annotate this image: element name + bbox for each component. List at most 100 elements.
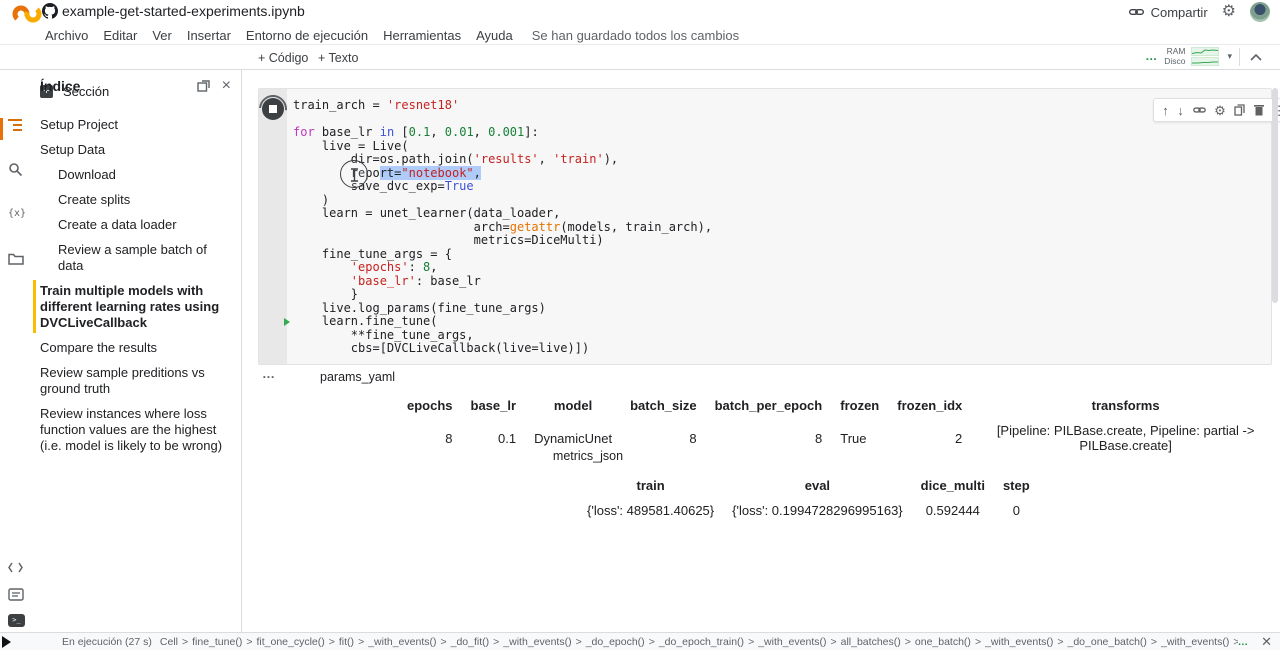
cursor-overlay-icon	[340, 160, 368, 188]
share-label: Compartir	[1151, 5, 1208, 20]
stack-frame-link[interactable]: fit_one_cycle()	[256, 636, 324, 648]
table-header: frozen_idx	[888, 393, 971, 418]
execution-status: En ejecución (27 s)	[62, 636, 152, 648]
add-code-button[interactable]: + Código	[258, 48, 308, 67]
breadcrumb-separator: >	[905, 636, 911, 648]
table-header: batch_size	[621, 393, 705, 418]
move-cell-down-icon[interactable]: ↓	[1177, 104, 1184, 117]
table-cell: 0.1	[462, 418, 526, 458]
close-sidebar-icon[interactable]: ×	[222, 78, 231, 94]
stack-frame-link[interactable]: _with_events()	[1161, 636, 1229, 648]
stack-frame-link[interactable]: fit()	[339, 636, 354, 648]
stack-frame-link[interactable]: _with_events()	[758, 636, 826, 648]
code-cell[interactable]: train_arch = 'resnet18' for base_lr in […	[258, 88, 1272, 365]
table-cell: True	[831, 418, 888, 458]
notebook-filename[interactable]: example-get-started-experiments.ipynb	[62, 3, 305, 19]
stack-frame-link[interactable]: _with_events()	[503, 636, 571, 648]
dropdown-arrow-icon[interactable]: ▾	[1227, 51, 1232, 62]
table-header: batch_per_epoch	[706, 393, 832, 418]
menu-herramientas[interactable]: Herramientas	[381, 28, 463, 43]
params-yaml-title: params_yaml	[320, 370, 395, 384]
toc-item[interactable]: Create a data loader	[32, 212, 237, 237]
breadcrumb-separator: >	[440, 636, 446, 648]
stack-frame-link[interactable]: _with_events()	[985, 636, 1053, 648]
user-avatar[interactable]	[1250, 2, 1270, 22]
toc-item[interactable]: Review instances where loss function val…	[32, 401, 237, 458]
table-cell: 0	[994, 498, 1039, 523]
stack-frame-link[interactable]: _do_epoch_train()	[659, 636, 744, 648]
stack-frame-link[interactable]: _with_events()	[368, 636, 436, 648]
cell-settings-gear-icon[interactable]: ⚙	[1214, 104, 1226, 117]
move-cell-up-icon[interactable]: ↑	[1162, 104, 1169, 117]
execution-point-marker-icon	[284, 318, 290, 326]
stack-frame-link[interactable]: _do_fit()	[451, 636, 490, 648]
collapse-header-button[interactable]	[1250, 48, 1270, 66]
menu-insertar[interactable]: Insertar	[185, 28, 233, 43]
menu-ver[interactable]: Ver	[150, 28, 174, 43]
toc-item[interactable]: Train multiple models with different lea…	[32, 278, 237, 335]
toc-item[interactable]: Download	[32, 162, 237, 187]
github-icon	[42, 3, 58, 19]
toc-item[interactable]: Setup Project	[32, 112, 237, 137]
toc-item[interactable]: Create splits	[32, 187, 237, 212]
toc-item[interactable]: Review sample preditions vs ground truth	[32, 360, 237, 401]
stack-frame-link[interactable]: all_batches()	[841, 636, 901, 648]
toc-item[interactable]: Review a sample batch of data	[32, 237, 237, 278]
terminal-icon[interactable]: >_	[8, 614, 26, 632]
menu-editar[interactable]: Editar	[101, 28, 139, 43]
output-options-button[interactable]: …	[262, 369, 276, 379]
ram-sparkline	[1191, 47, 1219, 56]
table-cell: 8	[398, 418, 462, 458]
copy-cell-icon[interactable]	[1234, 104, 1245, 116]
delete-cell-icon[interactable]	[1254, 104, 1264, 116]
metrics-table: trainevaldice_multistep{'loss': 489581.4…	[578, 473, 1039, 523]
menu-bar: Archivo Editar Ver Insertar Entorno de ejecu…	[43, 25, 739, 45]
files-folder-icon[interactable]	[8, 252, 26, 270]
menu-ayuda[interactable]: Ayuda	[474, 28, 515, 43]
copy-cell-link-icon[interactable]	[1193, 105, 1206, 115]
cell-output: … params_yaml epochsbase_lrmodelbatch_si…	[242, 365, 1280, 632]
close-execution-icon[interactable]: ✕	[1261, 635, 1272, 648]
table-row: {'loss': 489581.40625}{'loss': 0.1994728…	[578, 498, 1039, 523]
breadcrumb-separator: >	[748, 636, 754, 648]
stack-frame-link[interactable]: _do_one_batch()	[1068, 636, 1147, 648]
breadcrumb-separator: >	[649, 636, 655, 648]
stack-frame-link[interactable]: fine_tune()	[192, 636, 242, 648]
stack-frame-link[interactable]: Cell	[160, 636, 178, 648]
expand-panel-icon[interactable]	[2, 636, 11, 648]
share-button[interactable]: Compartir	[1129, 5, 1208, 20]
search-icon[interactable]	[8, 162, 26, 180]
settings-gear-icon[interactable]: ⚙	[1222, 4, 1236, 20]
ram-label: RAM	[1167, 46, 1186, 56]
app-header: example-get-started-experiments.ipynb Co…	[0, 0, 1280, 45]
breadcrumb-separator: >	[576, 636, 582, 648]
vertical-scrollbar[interactable]	[1272, 88, 1278, 303]
table-header: eval	[723, 473, 912, 498]
table-cell: {'loss': 489581.40625}	[578, 498, 723, 523]
status-more-icon[interactable]: …	[1238, 636, 1250, 648]
toc-list: Setup ProjectSetup DataDownloadCreate sp…	[32, 112, 237, 458]
left-icon-strip: {x} >_	[0, 70, 32, 632]
toc-item[interactable]: Compare the results	[32, 335, 237, 360]
sidebar-title: Índice	[40, 78, 80, 94]
table-of-contents-icon[interactable]	[8, 118, 26, 136]
command-palette-icon[interactable]	[8, 588, 26, 606]
add-text-button[interactable]: + Texto	[318, 48, 358, 67]
stack-frame-link[interactable]: _do_epoch()	[586, 636, 645, 648]
toc-item[interactable]: Setup Data	[32, 137, 237, 162]
params-table: epochsbase_lrmodelbatch_sizebatch_per_ep…	[398, 393, 1280, 458]
menu-entorno-de-ejecuci-n[interactable]: Entorno de ejecución	[244, 28, 370, 43]
variables-icon[interactable]: {x}	[8, 208, 26, 226]
breadcrumb-separator: >	[1057, 636, 1063, 648]
code-editor[interactable]: train_arch = 'resnet18' for base_lr in […	[293, 99, 1267, 356]
toolbar-divider	[1239, 48, 1240, 66]
stack-frame-link[interactable]: one_batch()	[915, 636, 971, 648]
table-of-contents-panel: Índice × Setup ProjectSetup DataDownload…	[32, 70, 242, 632]
menu-archivo[interactable]: Archivo	[43, 28, 90, 43]
open-in-tab-icon[interactable]	[197, 80, 210, 92]
resource-monitor[interactable]: … RAM Disco ▾	[1145, 46, 1232, 66]
code-snippets-icon[interactable]	[8, 562, 26, 580]
colab-logo[interactable]	[12, 4, 42, 24]
notebook-content: train_arch = 'resnet18' for base_lr in […	[242, 70, 1280, 632]
stop-cell-button[interactable]	[262, 98, 284, 120]
